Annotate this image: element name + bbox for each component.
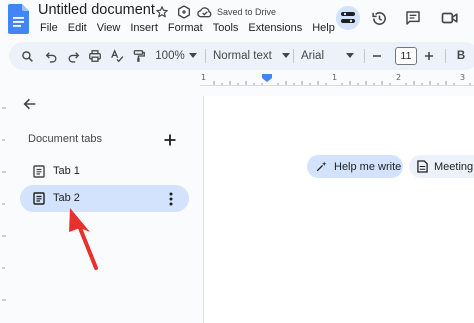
chevron-down-icon [188,53,197,58]
redo-icon [68,51,79,63]
vertical-ruler[interactable] [0,88,10,323]
horizontal-ruler[interactable]: 1 1 2 3 [200,72,474,86]
undo-icon [45,51,56,63]
ruler-label: 1 [201,73,207,82]
cloud-saved-icon[interactable] [197,5,213,19]
document-icon [33,165,45,178]
zoom-select[interactable]: 100% [153,42,199,70]
version-history-button[interactable] [367,6,391,30]
meeting-notes-button[interactable]: Meeting [409,155,474,178]
print-icon [89,50,101,62]
toolbar-divider [205,49,206,63]
ruler-label: 2 [396,73,402,82]
meeting-label: Meeting [434,160,474,173]
docs-logo-icon[interactable] [8,4,30,34]
back-arrow-icon[interactable] [22,96,38,112]
document-title[interactable]: Untitled document [38,2,155,18]
document-icon [33,192,45,205]
move-to-folder-icon[interactable] [176,4,192,20]
chevron-down-icon [346,53,355,58]
more-options-icon[interactable] [165,191,177,207]
formatting-toolbar: 100% Normal text Arial 11 B [9,42,474,70]
menu-view[interactable]: View [92,22,126,34]
menu-tools[interactable]: Tools [208,22,244,34]
menu-bar: File Edit View Insert Format Tools Exten… [38,22,340,34]
search-menus-button[interactable] [17,42,37,70]
annotation-arrow-icon [69,208,98,270]
document-page[interactable] [203,96,474,323]
docs-window: Untitled document Saved to Drive File Ed… [0,0,474,323]
bold-button[interactable]: B [453,42,469,70]
comment-icon [406,11,420,25]
paint-format-icon [133,50,145,62]
font-value: Arial [301,50,325,62]
pen-sparkle-icon [316,161,327,172]
ruler-label: 3 [460,73,466,82]
search-icon [21,50,33,62]
paint-format-button[interactable] [129,42,149,70]
toolbar-divider [364,49,365,63]
notes-icon [417,160,428,173]
tab-item-tab-1[interactable]: Tab 1 [20,158,189,185]
save-status: Saved to Drive [217,7,277,17]
menu-file[interactable]: File [38,22,63,34]
style-value: Normal text [213,50,272,62]
minus-icon [373,55,381,57]
video-camera-icon [441,12,458,24]
print-button[interactable] [85,42,105,70]
menu-help[interactable]: Help [307,22,340,34]
tab-label: Tab 2 [53,192,80,204]
spellcheck-icon [111,49,124,63]
help-me-write-button[interactable]: Help me write [307,155,403,178]
menu-insert[interactable]: Insert [125,22,163,34]
history-icon [371,11,386,25]
font-size-input[interactable]: 11 [395,47,417,65]
toolbar-divider [293,49,294,63]
help-me-write-label: Help me write [334,160,402,173]
ruler-label: 1 [332,73,338,82]
spelling-button[interactable] [107,42,127,70]
star-icon[interactable] [155,5,169,19]
chevron-down-icon [281,53,290,58]
menu-edit[interactable]: Edit [63,22,92,34]
comments-button[interactable] [401,6,425,30]
plus-icon [425,52,433,60]
indent-marker[interactable] [262,74,272,82]
font-select[interactable]: Arial [301,42,361,70]
tab-label: Tab 1 [53,165,80,177]
zoom-value: 100% [155,50,185,62]
vertical-ruler-ticks [2,107,6,301]
gemini-sidebar-button[interactable] [336,6,360,30]
sidebar-toggle-icon [341,12,355,23]
menu-format[interactable]: Format [163,22,208,34]
header: Untitled document Saved to Drive File Ed… [0,0,474,42]
bold-icon: B [456,50,466,62]
add-tab-icon[interactable] [163,133,177,147]
toolbar-divider [445,49,446,63]
style-select[interactable]: Normal text [213,42,293,70]
undo-button[interactable] [41,42,61,70]
decrease-font-size-button[interactable] [369,42,385,70]
redo-button[interactable] [63,42,83,70]
document-tabs-heading: Document tabs [28,133,102,145]
meet-button[interactable] [438,6,462,30]
menu-extensions[interactable]: Extensions [243,22,307,34]
increase-font-size-button[interactable] [421,42,437,70]
